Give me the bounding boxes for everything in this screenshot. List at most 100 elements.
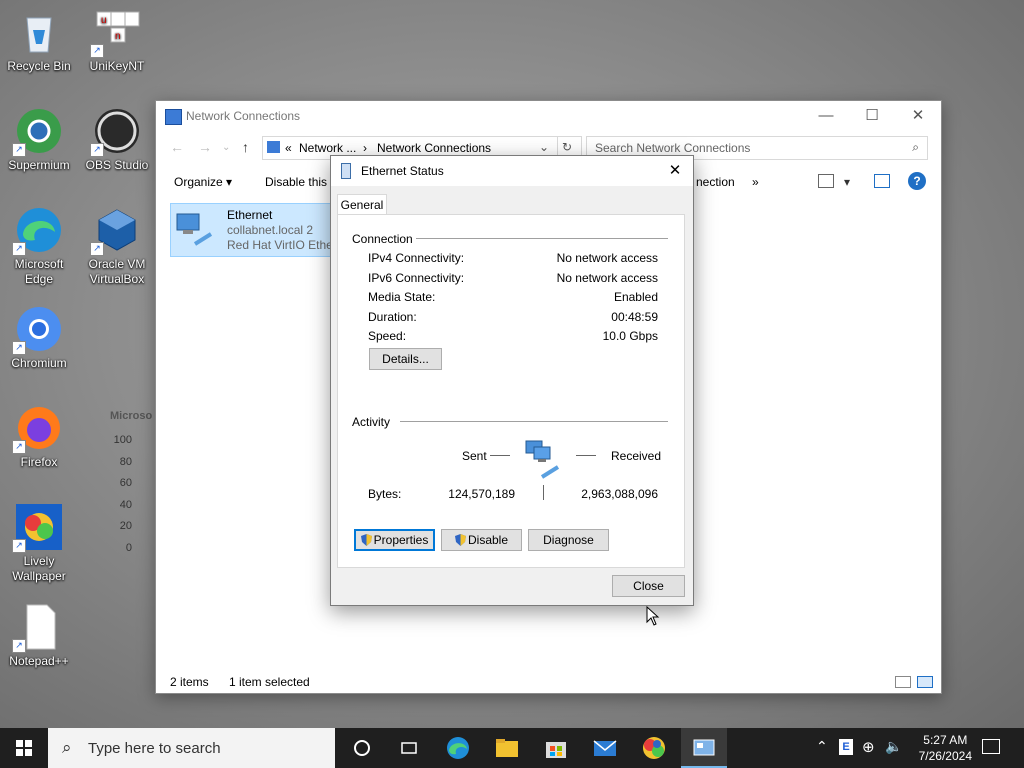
close-icon[interactable]: ✕ <box>663 160 687 182</box>
desktop-icon-notepad[interactable]: ↗ Notepad++ <box>1 603 77 669</box>
desktop-icon-label: Chromium <box>11 356 67 370</box>
windows-start-icon[interactable] <box>16 740 32 759</box>
lively-taskbar-icon[interactable] <box>642 736 666 760</box>
properties-button[interactable]: Properties <box>354 529 435 551</box>
desktop-icon-virtualbox[interactable]: ↗ Oracle VM VirtualBox <box>79 206 155 287</box>
bytes-label: Bytes: <box>368 487 402 501</box>
ipv6-value: No network access <box>556 271 658 285</box>
notepad-icon: ↗ <box>12 603 63 653</box>
network-globe-icon[interactable]: ⊕ <box>862 738 875 756</box>
chevron-down-icon[interactable]: ⌄ <box>539 140 549 154</box>
forward-arrow-icon[interactable]: → <box>198 139 212 155</box>
background-chart-fragment: Microso <box>110 410 152 422</box>
breadcrumb-network-connections[interactable]: Network Connections <box>377 141 491 155</box>
svg-text:n: n <box>115 31 121 42</box>
desktop-icon-firefox[interactable]: ↗ Firefox <box>1 404 77 470</box>
sent-label: Sent <box>462 449 487 463</box>
ipv6-label: IPv6 Connectivity: <box>368 271 465 285</box>
store-icon[interactable] <box>544 736 568 760</box>
taskbar-search-box[interactable]: ⌕ Type here to search <box>48 728 335 768</box>
up-arrow-icon[interactable]: ↑ <box>242 139 249 155</box>
shortcut-arrow-icon: ↗ <box>12 143 26 157</box>
status-bar: 2 items 1 item selected <box>156 671 941 693</box>
details-view-icon[interactable] <box>895 676 911 688</box>
mail-icon[interactable] <box>593 736 617 760</box>
item-network: collabnet.local 2 <box>227 223 314 237</box>
back-arrow-icon[interactable]: ← <box>170 139 184 155</box>
details-button[interactable]: Details... <box>369 348 442 370</box>
unikey-icon: un ↗ <box>90 8 141 58</box>
diagnose-button[interactable]: Diagnose <box>528 529 609 551</box>
properties-button-label: Properties <box>373 533 429 547</box>
received-line <box>576 455 596 456</box>
file-explorer-icon[interactable] <box>495 736 519 760</box>
chevron-up-icon[interactable]: ⌃ <box>816 738 828 755</box>
dialog-titlebar[interactable]: Ethernet Status ✕ <box>331 156 693 186</box>
close-icon[interactable]: ✕ <box>895 101 941 131</box>
speed-label: Speed: <box>368 329 407 343</box>
mouse-cursor-icon <box>646 605 660 629</box>
desktop-icon-obs[interactable]: ↗ OBS Studio <box>79 107 155 173</box>
shortcut-arrow-icon: ↗ <box>12 440 26 454</box>
system-clock[interactable]: 5:27 AM 7/26/2024 <box>919 732 972 764</box>
dialog-title: Ethernet Status <box>361 164 444 178</box>
volume-icon[interactable]: 🔈 <box>885 738 902 755</box>
desktop-icon-chromium[interactable]: ↗ Chromium <box>1 305 77 371</box>
sent-line <box>490 455 510 456</box>
desktop-icon-recycle-bin[interactable]: Recycle Bin <box>1 8 77 74</box>
network-activity-icon <box>524 437 564 481</box>
activity-heading: Activity <box>352 415 391 429</box>
shortcut-arrow-icon: ↗ <box>12 242 26 256</box>
refresh-icon[interactable]: ↻ <box>562 140 572 154</box>
minimize-icon[interactable]: — <box>803 101 849 131</box>
desktop-icon-unikey[interactable]: un ↗ UniKeyNT <box>79 8 155 74</box>
ethernet-plug-icon <box>341 163 351 179</box>
maximize-icon[interactable]: ☐ <box>849 101 895 131</box>
network-folder-icon <box>267 141 280 153</box>
change-view-icon[interactable] <box>818 174 834 188</box>
bytes-sent-value: 124,570,189 <box>448 487 515 501</box>
recycle-bin-icon <box>15 8 63 56</box>
lively-icon: ↗ <box>12 503 63 553</box>
recent-dropdown-icon[interactable]: ⌄ <box>222 142 230 153</box>
tab-general[interactable]: General <box>337 194 387 215</box>
desktop-icon-edge[interactable]: ↗ Microsoft Edge <box>1 206 77 287</box>
window-titlebar[interactable]: Network Connections — ☐ ✕ <box>156 101 941 131</box>
disable-device-button[interactable]: Disable this n <box>265 175 337 189</box>
more-commands-button[interactable]: » <box>752 175 759 189</box>
close-button[interactable]: Close <box>612 575 685 597</box>
ipv4-value: No network access <box>556 251 658 265</box>
network-connections-taskbar-button[interactable] <box>681 728 727 768</box>
desktop-icon-label: Microsoft Edge <box>14 257 64 286</box>
divider <box>543 485 544 500</box>
preview-pane-icon[interactable] <box>874 174 890 188</box>
breadcrumb-network[interactable]: Network ... <box>299 141 356 155</box>
divider <box>400 421 668 422</box>
cortana-icon[interactable] <box>350 736 374 760</box>
help-icon[interactable]: ? <box>908 172 926 190</box>
edge-taskbar-icon[interactable] <box>446 736 470 760</box>
ethernet-status-dialog[interactable]: Ethernet Status ✕ General Connection IPv… <box>330 155 694 606</box>
notification-center-icon[interactable] <box>982 739 1000 754</box>
desktop-icon-label: Firefox <box>20 455 58 469</box>
item-device: Red Hat VirtIO Ether <box>227 238 337 252</box>
media-state-label: Media State: <box>368 290 436 304</box>
network-connections-icon <box>693 739 715 756</box>
breadcrumb-prefix[interactable]: « <box>285 141 292 155</box>
duration-value: 00:48:59 <box>611 310 658 324</box>
desktop-icon-lively[interactable]: ↗ Lively Wallpaper <box>1 503 77 584</box>
unikey-tray-icon[interactable]: E <box>839 739 853 755</box>
task-view-icon[interactable] <box>397 736 421 760</box>
connection-button[interactable]: nection <box>696 175 735 189</box>
disable-button[interactable]: Disable <box>441 529 522 551</box>
desktop-icon-supermium[interactable]: ↗ Supermium <box>1 107 77 173</box>
organize-button[interactable]: Organize ▾ <box>174 175 232 189</box>
axis-tick: 100 <box>113 434 132 446</box>
chromium-icon: ↗ <box>12 305 63 355</box>
obs-icon: ↗ <box>90 107 141 157</box>
tiles-view-icon[interactable] <box>917 676 933 688</box>
firefox-icon: ↗ <box>12 404 63 454</box>
desktop-icon-label: Lively Wallpaper <box>12 554 66 583</box>
item-name: Ethernet <box>227 208 273 222</box>
view-dropdown-icon[interactable]: ▾ <box>844 175 850 189</box>
